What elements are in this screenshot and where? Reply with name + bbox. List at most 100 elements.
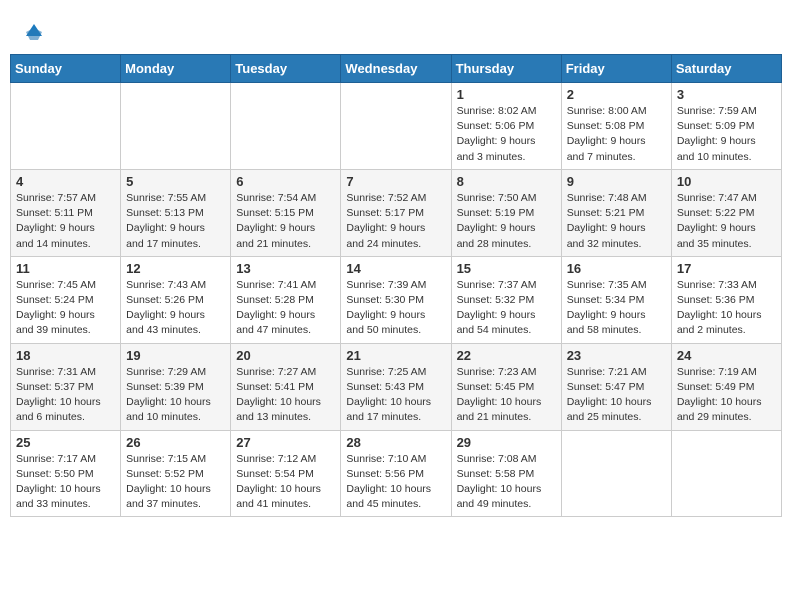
day-number: 18: [16, 348, 115, 363]
day-info: Sunrise: 7:29 AMSunset: 5:39 PMDaylight:…: [126, 365, 225, 426]
day-number: 11: [16, 261, 115, 276]
day-info: Sunrise: 7:39 AMSunset: 5:30 PMDaylight:…: [346, 278, 445, 339]
calendar-cell: 13 Sunrise: 7:41 AMSunset: 5:28 PMDayligh…: [231, 256, 341, 343]
calendar-cell: 28Sunrise: 7:10 AMSunset: 5:56 PMDayligh…: [341, 430, 451, 517]
calendar-cell: [671, 430, 781, 517]
day-info: Sunrise: 7:57 AMSunset: 5:11 PMDaylight:…: [16, 191, 115, 252]
weekday-header-row: SundayMondayTuesdayWednesdayThursdayFrid…: [11, 55, 782, 83]
day-info: Sunrise: 7:43 AMSunset: 5:26 PMDaylight:…: [126, 278, 225, 339]
calendar-cell: [341, 83, 451, 170]
day-info: Sunrise: 7:21 AMSunset: 5:47 PMDaylight:…: [567, 365, 666, 426]
calendar-cell: [11, 83, 121, 170]
calendar-week-row: 11 Sunrise: 7:45 AMSunset: 5:24 PMDayligh…: [11, 256, 782, 343]
day-number: 6: [236, 174, 335, 189]
calendar-cell: [121, 83, 231, 170]
day-info: Sunrise: 8:02 AMSunset: 5:06 PMDaylight:…: [457, 104, 556, 165]
calendar-cell: 5 Sunrise: 7:55 AMSunset: 5:13 PMDaylight…: [121, 169, 231, 256]
weekday-header-wednesday: Wednesday: [341, 55, 451, 83]
calendar-cell: 9 Sunrise: 7:48 AMSunset: 5:21 PMDaylight…: [561, 169, 671, 256]
weekday-header-monday: Monday: [121, 55, 231, 83]
calendar-cell: 16 Sunrise: 7:35 AMSunset: 5:34 PMDayligh…: [561, 256, 671, 343]
day-info: Sunrise: 7:54 AMSunset: 5:15 PMDaylight:…: [236, 191, 335, 252]
day-number: 22: [457, 348, 556, 363]
day-number: 13: [236, 261, 335, 276]
day-number: 21: [346, 348, 445, 363]
calendar-cell: 27 Sunrise: 7:12 AMSunset: 5:54 PMDayligh…: [231, 430, 341, 517]
day-number: 1: [457, 87, 556, 102]
day-info: Sunrise: 7:48 AMSunset: 5:21 PMDaylight:…: [567, 191, 666, 252]
calendar-cell: 1 Sunrise: 8:02 AMSunset: 5:06 PMDaylight…: [451, 83, 561, 170]
day-info: Sunrise: 7:15 AMSunset: 5:52 PMDaylight:…: [126, 452, 225, 513]
day-number: 3: [677, 87, 776, 102]
day-number: 2: [567, 87, 666, 102]
calendar-cell: 15Sunrise: 7:37 AMSunset: 5:32 PMDayligh…: [451, 256, 561, 343]
day-info: Sunrise: 7:41 AMSunset: 5:28 PMDaylight:…: [236, 278, 335, 339]
calendar-table: SundayMondayTuesdayWednesdayThursdayFrid…: [10, 54, 782, 517]
day-info: Sunrise: 7:33 AMSunset: 5:36 PMDaylight:…: [677, 278, 776, 339]
day-info: Sunrise: 7:25 AMSunset: 5:43 PMDaylight:…: [346, 365, 445, 426]
weekday-header-thursday: Thursday: [451, 55, 561, 83]
day-number: 16: [567, 261, 666, 276]
weekday-header-sunday: Sunday: [11, 55, 121, 83]
page-header: [10, 10, 782, 49]
calendar-cell: 25Sunrise: 7:17 AMSunset: 5:50 PMDayligh…: [11, 430, 121, 517]
calendar-cell: 22 Sunrise: 7:23 AMSunset: 5:45 PMDayligh…: [451, 343, 561, 430]
calendar-cell: 3 Sunrise: 7:59 AMSunset: 5:09 PMDaylight…: [671, 83, 781, 170]
calendar-cell: 24 Sunrise: 7:19 AMSunset: 5:49 PMDayligh…: [671, 343, 781, 430]
day-number: 14: [346, 261, 445, 276]
day-number: 20: [236, 348, 335, 363]
calendar-cell: [231, 83, 341, 170]
calendar-cell: 21 Sunrise: 7:25 AMSunset: 5:43 PMDayligh…: [341, 343, 451, 430]
day-info: Sunrise: 7:47 AMSunset: 5:22 PMDaylight:…: [677, 191, 776, 252]
day-info: Sunrise: 7:35 AMSunset: 5:34 PMDaylight:…: [567, 278, 666, 339]
calendar-cell: [561, 430, 671, 517]
calendar-week-row: 1 Sunrise: 8:02 AMSunset: 5:06 PMDaylight…: [11, 83, 782, 170]
day-info: Sunrise: 7:45 AMSunset: 5:24 PMDaylight:…: [16, 278, 115, 339]
day-number: 28: [346, 435, 445, 450]
calendar-cell: 10Sunrise: 7:47 AMSunset: 5:22 PMDayligh…: [671, 169, 781, 256]
logo-icon: [22, 20, 46, 44]
calendar-cell: 14 Sunrise: 7:39 AMSunset: 5:30 PMDayligh…: [341, 256, 451, 343]
calendar-cell: 6 Sunrise: 7:54 AMSunset: 5:15 PMDaylight…: [231, 169, 341, 256]
day-number: 17: [677, 261, 776, 276]
day-number: 25: [16, 435, 115, 450]
calendar-cell: 2Sunrise: 8:00 AMSunset: 5:08 PMDaylight…: [561, 83, 671, 170]
calendar-cell: 20 Sunrise: 7:27 AMSunset: 5:41 PMDayligh…: [231, 343, 341, 430]
day-number: 5: [126, 174, 225, 189]
day-info: Sunrise: 7:50 AMSunset: 5:19 PMDaylight:…: [457, 191, 556, 252]
day-info: Sunrise: 7:31 AMSunset: 5:37 PMDaylight:…: [16, 365, 115, 426]
day-number: 26: [126, 435, 225, 450]
day-number: 19: [126, 348, 225, 363]
day-info: Sunrise: 7:37 AMSunset: 5:32 PMDaylight:…: [457, 278, 556, 339]
calendar-week-row: 25Sunrise: 7:17 AMSunset: 5:50 PMDayligh…: [11, 430, 782, 517]
day-info: Sunrise: 7:27 AMSunset: 5:41 PMDaylight:…: [236, 365, 335, 426]
calendar-cell: 4 Sunrise: 7:57 AMSunset: 5:11 PMDaylight…: [11, 169, 121, 256]
calendar-week-row: 18 Sunrise: 7:31 AMSunset: 5:37 PMDayligh…: [11, 343, 782, 430]
day-number: 29: [457, 435, 556, 450]
calendar-cell: 11 Sunrise: 7:45 AMSunset: 5:24 PMDayligh…: [11, 256, 121, 343]
calendar-cell: 18 Sunrise: 7:31 AMSunset: 5:37 PMDayligh…: [11, 343, 121, 430]
day-number: 7: [346, 174, 445, 189]
calendar-cell: 8 Sunrise: 7:50 AMSunset: 5:19 PMDaylight…: [451, 169, 561, 256]
day-number: 9: [567, 174, 666, 189]
day-number: 12: [126, 261, 225, 276]
calendar-week-row: 4 Sunrise: 7:57 AMSunset: 5:11 PMDaylight…: [11, 169, 782, 256]
day-info: Sunrise: 7:59 AMSunset: 5:09 PMDaylight:…: [677, 104, 776, 165]
calendar-cell: 29 Sunrise: 7:08 AMSunset: 5:58 PMDayligh…: [451, 430, 561, 517]
day-info: Sunrise: 7:23 AMSunset: 5:45 PMDaylight:…: [457, 365, 556, 426]
calendar-cell: 26 Sunrise: 7:15 AMSunset: 5:52 PMDayligh…: [121, 430, 231, 517]
day-number: 24: [677, 348, 776, 363]
day-info: Sunrise: 7:19 AMSunset: 5:49 PMDaylight:…: [677, 365, 776, 426]
calendar-cell: 19 Sunrise: 7:29 AMSunset: 5:39 PMDayligh…: [121, 343, 231, 430]
day-info: Sunrise: 7:12 AMSunset: 5:54 PMDaylight:…: [236, 452, 335, 513]
weekday-header-saturday: Saturday: [671, 55, 781, 83]
weekday-header-friday: Friday: [561, 55, 671, 83]
day-number: 27: [236, 435, 335, 450]
day-info: Sunrise: 7:55 AMSunset: 5:13 PMDaylight:…: [126, 191, 225, 252]
day-number: 4: [16, 174, 115, 189]
day-number: 8: [457, 174, 556, 189]
calendar-cell: 17 Sunrise: 7:33 AMSunset: 5:36 PMDayligh…: [671, 256, 781, 343]
day-number: 23: [567, 348, 666, 363]
day-info: Sunrise: 7:08 AMSunset: 5:58 PMDaylight:…: [457, 452, 556, 513]
day-info: Sunrise: 7:52 AMSunset: 5:17 PMDaylight:…: [346, 191, 445, 252]
